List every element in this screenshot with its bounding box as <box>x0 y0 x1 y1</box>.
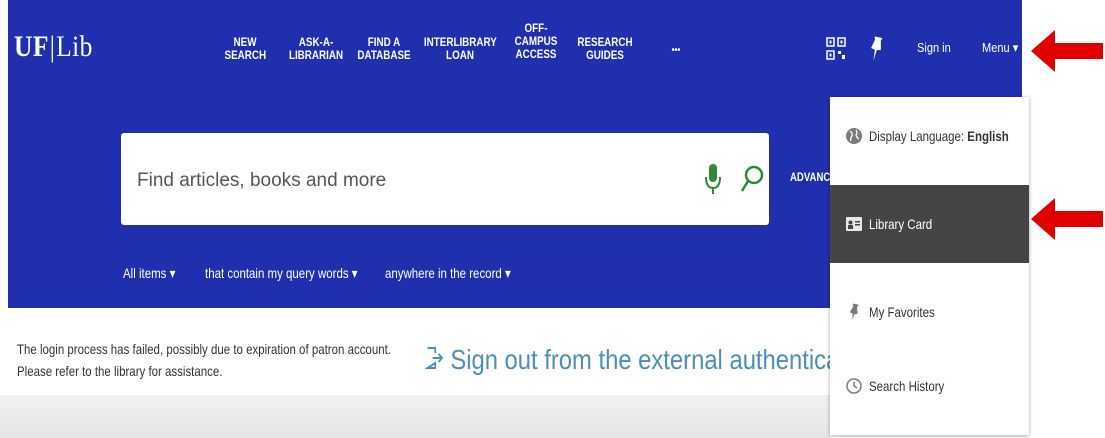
menu-item-display-language[interactable]: Display Language: English <box>830 97 1029 175</box>
nav-new-search[interactable]: NEW SEARCH <box>224 36 267 62</box>
microphone-icon[interactable] <box>704 163 722 197</box>
display-language-label: Display Language: English <box>869 128 1009 144</box>
nav-label-line: DATABASE <box>357 48 411 62</box>
content-divider-band <box>0 395 830 438</box>
nav-find-a-database[interactable]: FIND A DATABASE <box>356 36 412 62</box>
operator-filter-dropdown[interactable]: that contain my query words ▾ <box>205 265 358 282</box>
library-card-icon <box>846 217 862 231</box>
search-history-label: Search History <box>869 378 945 394</box>
sign-in-link[interactable]: Sign in <box>917 40 951 55</box>
nav-more-button[interactable]: ••• <box>666 44 686 57</box>
nav-label-line: ACCESS <box>515 47 557 61</box>
my-favorites-label: My Favorites <box>869 304 935 320</box>
sign-out-link[interactable]: Sign out from the external authenticatio <box>424 344 830 376</box>
search-icon[interactable] <box>739 163 765 197</box>
sign-out-label: Sign out from the external authenticatio <box>450 344 830 375</box>
nav-label-line: LOAN <box>446 48 474 62</box>
favorites-pin-icon <box>849 303 859 320</box>
more-dots: ••• <box>671 45 681 56</box>
menu-button[interactable]: Menu ▾ <box>982 40 1018 56</box>
pin-icon[interactable] <box>868 36 884 62</box>
nav-interlibrary-loan[interactable]: INTERLIBRARY LOAN <box>424 36 497 62</box>
qr-code-icon[interactable] <box>826 37 846 61</box>
nav-ask-a-librarian[interactable]: ASK-A- LIBRARIAN <box>286 36 345 62</box>
red-arrow-icon <box>1031 198 1103 240</box>
menu-item-search-history[interactable]: Search History <box>830 347 1029 425</box>
nav-label-line: GUIDES <box>586 48 624 62</box>
menu-item-library-card[interactable]: Library Card <box>830 185 1029 263</box>
nav-label-line: LIBRARIAN <box>288 48 344 62</box>
logo-lib: Lib <box>56 30 93 63</box>
nav-research-guides[interactable]: RESEARCH GUIDES <box>576 36 633 62</box>
library-card-label: Library Card <box>869 216 933 232</box>
scope-filter-dropdown[interactable]: All items ▾ <box>123 265 175 282</box>
search-input[interactable] <box>135 165 699 197</box>
history-icon <box>846 378 862 394</box>
globe-icon <box>846 128 862 144</box>
nav-off-campus-access[interactable]: OFF- CAMPUS ACCESS <box>513 22 559 61</box>
uf-lib-logo[interactable]: UF|Lib <box>14 30 93 64</box>
sign-out-icon <box>424 347 444 369</box>
search-box <box>121 133 769 225</box>
field-filter-dropdown[interactable]: anywhere in the record ▾ <box>385 265 511 282</box>
nav-label-line: SEARCH <box>224 48 267 62</box>
language-label-text: Display Language: <box>869 128 968 144</box>
logo-uf: UF <box>14 30 49 63</box>
signout-clip: Sign out from the external authenticatio <box>0 330 830 390</box>
language-value: English <box>967 128 1009 144</box>
menu-item-my-favorites[interactable]: My Favorites <box>830 273 1029 351</box>
logo-separator: | <box>49 30 56 63</box>
red-arrow-icon <box>1031 30 1103 72</box>
user-menu-dropdown: Display Language: English Library Card M… <box>830 97 1029 435</box>
